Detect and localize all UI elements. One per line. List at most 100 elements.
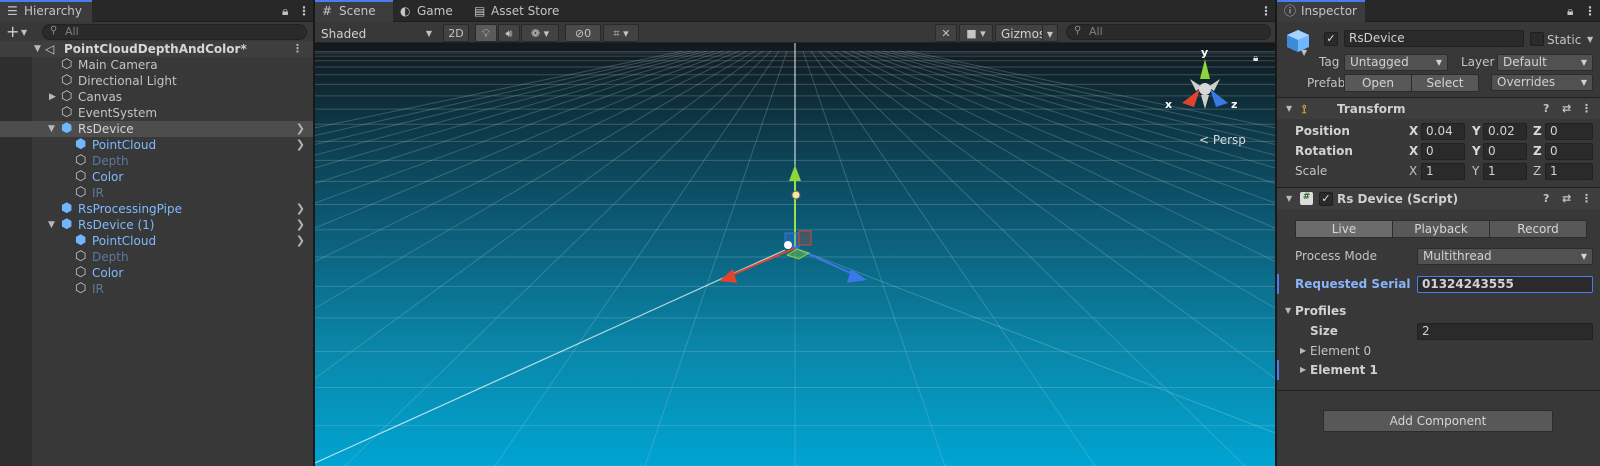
plane-handle-xy[interactable] xyxy=(798,230,812,246)
foldout-arrow-icon[interactable]: ▼ xyxy=(1285,301,1291,321)
tab-scene[interactable]: # Scene xyxy=(315,0,393,22)
scene-search-input[interactable]: ⚲ All xyxy=(1066,24,1271,40)
hierarchy-item[interactable]: ⬡ Color xyxy=(0,265,313,281)
hierarchy-item[interactable]: ⬡ Depth xyxy=(0,153,313,169)
more-options-icon[interactable]: ⋮ xyxy=(1584,0,1596,22)
element-0-row[interactable]: ▶ Element 0 xyxy=(1277,341,1600,361)
lighting-toggle[interactable]: 💡︎ xyxy=(475,24,497,42)
component-enabled-checkbox[interactable]: ✓ xyxy=(1319,192,1333,206)
rotation-z-field[interactable]: 0 xyxy=(1545,143,1593,160)
tab-asset-store[interactable]: ▤ Asset Store xyxy=(467,0,571,22)
axis-y-label[interactable]: Y xyxy=(1472,161,1479,181)
lock-icon[interactable]: 🔒︎ xyxy=(1567,0,1573,22)
gizmo-y-cone[interactable] xyxy=(1200,59,1210,79)
requested-serial-field[interactable]: 01324243555 xyxy=(1417,276,1593,293)
static-chevron-icon[interactable]: ▼ xyxy=(1587,31,1593,49)
tab-inspector[interactable]: ⓘ Inspector xyxy=(1277,0,1365,22)
gizmos-dropdown[interactable]: ▼ xyxy=(1042,24,1058,42)
effects-dropdown[interactable]: ❁ ▾ xyxy=(521,24,559,42)
hierarchy-item[interactable]: ⬢ RsProcessingPipe ❯ xyxy=(0,201,313,217)
profiles-row[interactable]: ▼ Profiles xyxy=(1277,301,1600,321)
hierarchy-search-input[interactable]: ⚲ All xyxy=(42,24,307,40)
open-prefab-chevron-icon[interactable]: ❯ xyxy=(296,233,305,249)
open-prefab-chevron-icon[interactable]: ❯ xyxy=(296,201,305,217)
audio-toggle[interactable]: 🔊︎ xyxy=(498,24,520,42)
gizmo-lock-icon[interactable]: 🔒︎ xyxy=(1253,53,1258,64)
axis-y-label[interactable]: Y xyxy=(1472,121,1481,141)
add-component-button[interactable]: Add Component xyxy=(1323,410,1553,432)
prefab-overrides-dropdown[interactable]: Overrides ▼ xyxy=(1491,74,1593,91)
foldout-arrow-icon[interactable]: ▶ xyxy=(1300,341,1306,361)
gizmo-center[interactable] xyxy=(1199,83,1211,95)
rotation-x-field[interactable]: 0 xyxy=(1421,143,1465,160)
scale-y-field[interactable]: 1 xyxy=(1483,163,1527,180)
open-prefab-chevron-icon[interactable]: ❯ xyxy=(296,217,305,233)
mode-record-button[interactable]: Record xyxy=(1489,220,1587,238)
prefab-open-button[interactable]: Open xyxy=(1344,74,1412,92)
expand-arrow-icon[interactable]: ▶ xyxy=(49,89,56,105)
gizmo-z-cone[interactable] xyxy=(1210,89,1228,107)
tools-toggle[interactable]: ✕ xyxy=(935,24,957,42)
more-options-icon[interactable]: ⋮ xyxy=(1260,0,1272,22)
axis-x-label[interactable]: X xyxy=(1409,141,1418,161)
axis-y-label[interactable]: Y xyxy=(1472,141,1481,161)
open-prefab-chevron-icon[interactable]: ❯ xyxy=(296,121,305,137)
prefab-select-button[interactable]: Select xyxy=(1411,74,1479,92)
mode-playback-button[interactable]: Playback xyxy=(1392,220,1490,238)
script-component-header[interactable]: ▼ # ✓ Rs Device (Script) ? ⇄ ⋮ xyxy=(1277,187,1600,209)
gizmo-neg-y-cone[interactable] xyxy=(1201,95,1209,109)
foldout-arrow-icon[interactable]: ▼ xyxy=(1286,98,1292,120)
y-handle-arrow[interactable] xyxy=(789,165,801,181)
help-icon[interactable]: ? xyxy=(1543,98,1549,120)
hidden-objects-toggle[interactable]: ⊘0 xyxy=(565,24,601,42)
hierarchy-item[interactable]: ⬡ IR xyxy=(0,185,313,201)
expand-arrow-icon[interactable]: ▼ xyxy=(34,41,41,57)
hierarchy-item[interactable]: ⬡ Main Camera xyxy=(0,57,313,73)
component-menu-icon[interactable]: ⋮ xyxy=(1581,188,1592,210)
hierarchy-item[interactable]: ▼ ⬢ RsDevice (1) ❯ xyxy=(0,217,313,233)
scale-z-field[interactable]: 1 xyxy=(1545,163,1593,180)
position-z-field[interactable]: 0 xyxy=(1545,123,1593,140)
hierarchy-item-selected[interactable]: ▼ ⬢ RsDevice ❯ xyxy=(0,121,313,137)
expand-arrow-icon[interactable]: ▼ xyxy=(48,217,55,233)
hierarchy-item[interactable]: ⬢ PointCloud ❯ xyxy=(0,233,313,249)
scene-more-options-icon[interactable]: ⋮ xyxy=(292,41,303,57)
presets-icon[interactable]: ⇄ xyxy=(1562,98,1571,120)
help-icon[interactable]: ? xyxy=(1543,188,1549,210)
gizmo-x-cone[interactable] xyxy=(1182,89,1200,107)
camera-dropdown[interactable]: ■ ▾ xyxy=(959,24,993,42)
hierarchy-item[interactable]: ⬢ PointCloud ❯ xyxy=(0,137,313,153)
axis-z-label[interactable]: Z xyxy=(1533,141,1542,161)
mode-live-button[interactable]: Live xyxy=(1295,220,1393,238)
hierarchy-item[interactable]: ▶ ⬡ Canvas xyxy=(0,89,313,105)
x-handle-arrow[interactable] xyxy=(719,269,737,283)
axis-x-label[interactable]: X xyxy=(1409,161,1417,181)
hierarchy-scene-root[interactable]: ▼ ◁ PointCloudDepthAndColor* ⋮ xyxy=(0,41,313,57)
z-handle-arrow[interactable] xyxy=(847,269,867,283)
rotation-y-field[interactable]: 0 xyxy=(1483,143,1527,160)
axis-x-label[interactable]: X xyxy=(1409,121,1418,141)
hierarchy-item[interactable]: ⬡ IR xyxy=(0,281,313,297)
position-y-field[interactable]: 0.02 xyxy=(1483,123,1527,140)
shading-mode-dropdown[interactable]: Shaded ▼ xyxy=(315,24,438,42)
hierarchy-item[interactable]: ⬡ Depth xyxy=(0,249,313,265)
foldout-arrow-icon[interactable]: ▼ xyxy=(1286,188,1292,210)
scene-viewport[interactable]: y x z 🔒︎ < Persp xyxy=(315,43,1275,466)
hierarchy-item[interactable]: ⬡ Directional Light xyxy=(0,73,313,89)
transform-header[interactable]: ▼ ⟟ Transform ? ⇄ ⋮ xyxy=(1277,97,1600,119)
gizmos-button[interactable]: Gizmos xyxy=(995,24,1045,42)
lock-icon[interactable]: 🔒︎ xyxy=(282,0,288,22)
chevron-down-icon[interactable]: ▼ xyxy=(21,22,27,43)
persp-toggle[interactable]: < Persp xyxy=(1199,133,1246,147)
element-1-row[interactable]: ▶ Element 1 xyxy=(1277,360,1600,380)
grid-snap-dropdown[interactable]: ⌗ ▾ xyxy=(603,24,639,42)
object-name-field[interactable]: RsDevice xyxy=(1344,30,1524,47)
scale-x-field[interactable]: 1 xyxy=(1421,163,1465,180)
hierarchy-item[interactable]: ⬡ Color xyxy=(0,169,313,185)
axis-z-label[interactable]: Z xyxy=(1533,121,1542,141)
profiles-size-field[interactable]: 2 xyxy=(1417,323,1593,340)
active-checkbox[interactable]: ✓ xyxy=(1324,32,1338,46)
axis-z-label[interactable]: Z xyxy=(1533,161,1541,181)
expand-arrow-icon[interactable]: ▼ xyxy=(48,121,55,137)
add-object-button[interactable]: + xyxy=(6,22,19,42)
